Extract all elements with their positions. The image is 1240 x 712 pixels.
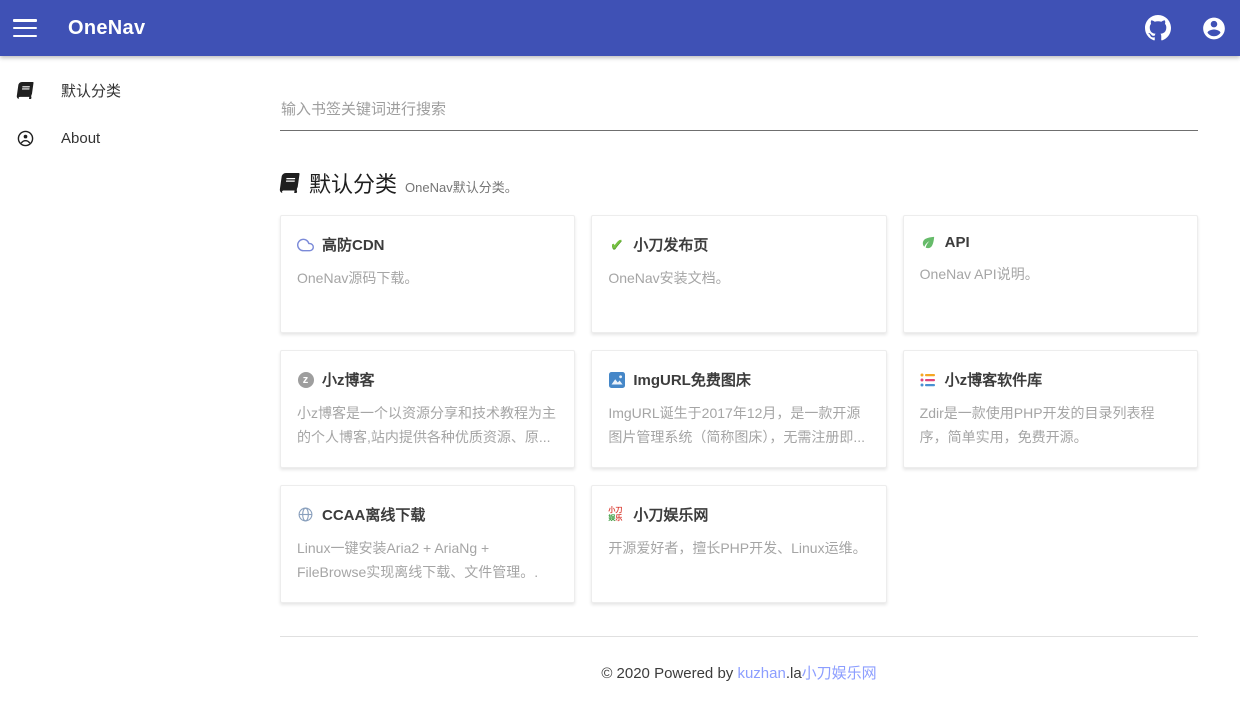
copyright-text: © 2020 Powered by	[601, 665, 738, 682]
account-circle-icon[interactable]	[1201, 15, 1227, 41]
section-title: 默认分类	[309, 172, 398, 197]
bookmark-title: API	[944, 234, 970, 251]
bookmark-description: OneNav API说明。	[919, 266, 1039, 282]
bookmark-title: 小刀娱乐网	[633, 507, 709, 524]
sidebar-item-label: About	[61, 129, 101, 147]
bookmark-description: ImgURL诞生于2017年12月，是一款开源图片管理系统（简称图床），无需注册…	[608, 405, 865, 445]
github-icon[interactable]	[1145, 15, 1171, 41]
globe-icon	[297, 506, 314, 523]
sidebar-item-about[interactable]: About	[0, 114, 230, 162]
category-section-header: 默认分类 OneNav默认分类。	[279, 167, 1198, 199]
kuzhan-link[interactable]: kuzhan	[737, 665, 785, 682]
app-title: OneNav	[68, 16, 146, 39]
sidebar: 默认分类 About	[0, 56, 230, 683]
book-icon	[16, 81, 34, 99]
bookmark-card[interactable]: API OneNav API说明。	[902, 215, 1198, 333]
bookmark-description: 小z博客是一个以资源分享和技术教程为主的个人博客,站内提供各种优质资源、原...	[297, 405, 556, 445]
bookmark-description: 开源爱好者，擅长PHP开发、Linux运维。	[608, 540, 867, 556]
list-icon	[920, 371, 937, 388]
bookmark-card[interactable]: z 小z博客小z博客是一个以资源分享和技术教程为主的个人博客,站内提供各种优质资源…	[280, 350, 576, 468]
bookmark-title: 小z博客	[322, 372, 375, 389]
bookmark-card[interactable]: 小z博客软件库 Zdir是一款使用PHP开发的目录列表程序，简单实用，免费开源。	[902, 350, 1198, 468]
bookmark-title: CCAA离线下载	[322, 507, 426, 524]
book-icon	[279, 173, 300, 193]
bookmark-title: 小z博客软件库	[944, 372, 1043, 389]
bookmark-description: Linux一键安装Aria2 + AriaNg + FileBrowse实现离线…	[297, 540, 539, 580]
bookmark-description: OneNav安装文档。	[608, 270, 730, 286]
bookmark-description: Zdir是一款使用PHP开发的目录列表程序，简单实用，免费开源。	[919, 405, 1155, 445]
sidebar-item-label: 默认分类	[61, 82, 122, 100]
cloud-icon	[297, 236, 314, 253]
card-grid: 高防CDN OneNav源码下载。 ✔ 小刀发布页 OneNav安装文档。 API OneN…	[280, 215, 1198, 603]
footer: © 2020 Powered by kuzhan.la小刀娱乐网	[280, 662, 1198, 683]
bookmark-card[interactable]: CCAA离线下载 Linux一键安装Aria2 + AriaNg + FileBr…	[280, 485, 576, 603]
z-circle-icon: z	[297, 371, 314, 388]
xiaodao-link[interactable]: 小刀娱乐网	[802, 665, 877, 682]
user-circle-icon	[16, 129, 34, 147]
app-header: OneNav	[0, 0, 1240, 56]
sidebar-item-default-category[interactable]: 默认分类	[0, 66, 230, 114]
bookmark-card[interactable]: 高防CDN OneNav源码下载。	[280, 215, 576, 333]
image-icon	[608, 371, 625, 388]
domain-suffix: .la	[785, 665, 802, 682]
bookmark-description: OneNav源码下载。	[297, 270, 419, 286]
check-icon: ✔	[610, 234, 624, 254]
main-content: 默认分类 OneNav默认分类。 高防CDN OneNav源码下载。 ✔ 小刀发布页 O…	[230, 56, 1240, 683]
bookmark-title: 小刀发布页	[633, 237, 709, 254]
leaf-icon	[920, 234, 937, 251]
bookmark-card[interactable]: ImgURL免费图床 ImgURL诞生于2017年12月，是一款开源图片管理系统（…	[591, 350, 887, 468]
bookmark-card[interactable]: 小刀 娱乐 小刀娱乐网开源爱好者，擅长PHP开发、Linux运维。	[591, 485, 887, 603]
section-subtitle: OneNav默认分类。	[405, 180, 518, 195]
footer-divider	[280, 636, 1198, 637]
bookmark-title: ImgURL免费图床	[633, 372, 751, 389]
bookmark-title: 高防CDN	[322, 237, 385, 254]
search-input[interactable]	[280, 95, 1198, 131]
xiaodao-logo-icon: 小刀 娱乐	[608, 506, 623, 522]
bookmark-card[interactable]: ✔ 小刀发布页 OneNav安装文档。	[591, 215, 887, 333]
hamburger-menu-icon[interactable]	[13, 19, 37, 37]
